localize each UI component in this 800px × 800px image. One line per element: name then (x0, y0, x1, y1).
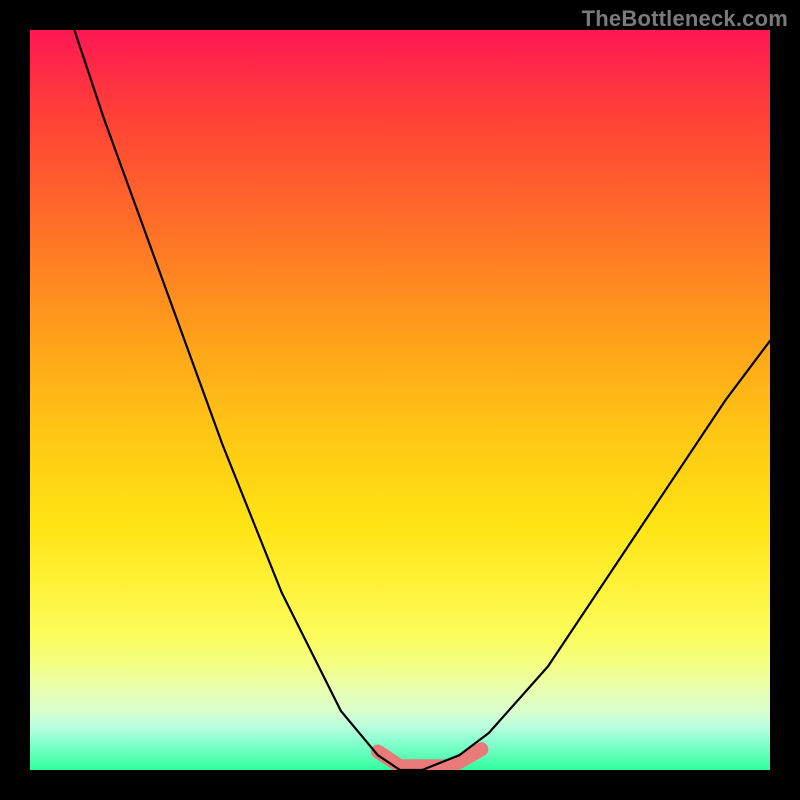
chart-plot-area (30, 30, 770, 770)
chart-frame: TheBottleneck.com (0, 0, 800, 800)
chart-svg (30, 30, 770, 770)
bottleneck-curve-path (74, 30, 770, 770)
tolerance-band-path (378, 749, 482, 766)
watermark-label: TheBottleneck.com (582, 6, 788, 32)
